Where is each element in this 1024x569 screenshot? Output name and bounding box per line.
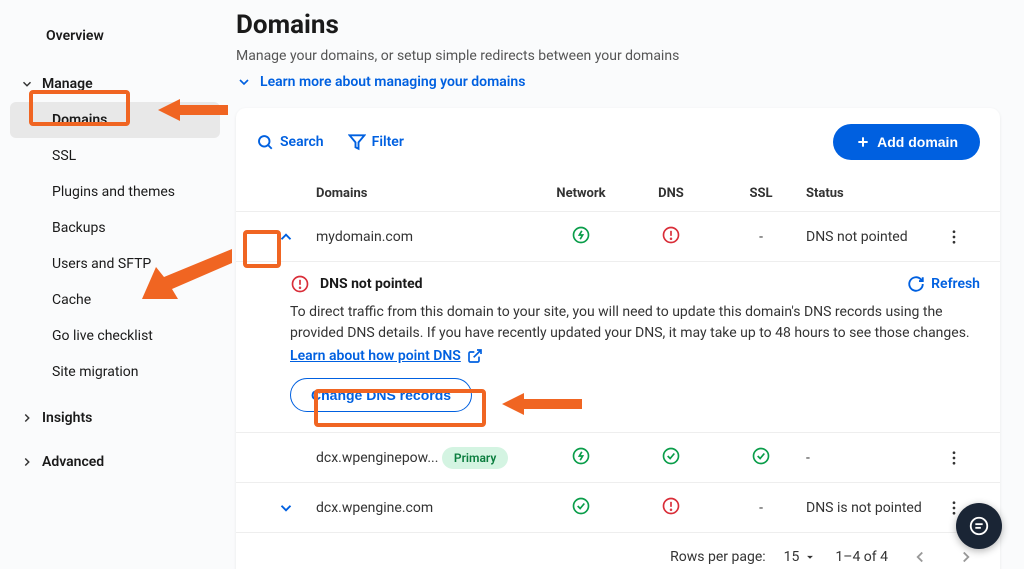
chevron-up-icon <box>277 228 295 246</box>
dns-status <box>626 446 716 470</box>
check-circle-icon <box>571 496 591 516</box>
expand-row-button[interactable] <box>272 494 300 522</box>
dns-status <box>626 496 716 520</box>
page-title: Domains <box>236 10 1000 40</box>
chat-icon <box>968 515 990 537</box>
row-menu-button[interactable] <box>940 444 968 472</box>
caret-down-icon <box>803 550 817 564</box>
panel-title: DNS not pointed <box>320 276 423 292</box>
table-row: mydomain.com - DNS not pointed <box>236 211 1000 261</box>
plus-icon <box>855 134 871 150</box>
change-dns-button[interactable]: Change DNS records <box>290 378 472 412</box>
sidebar-item-cache[interactable]: Cache <box>10 282 220 318</box>
chevron-down-icon <box>236 74 252 90</box>
primary-badge: Primary <box>442 447 508 469</box>
prev-page-button[interactable] <box>906 543 934 569</box>
more-vertical-icon <box>945 228 963 246</box>
domain-name: dcx.wpengine.com <box>316 500 536 516</box>
table-row: dcx.wpenginepow... Primary - <box>236 432 1000 482</box>
filter-button[interactable]: Filter <box>348 133 404 151</box>
check-circle-icon <box>661 446 681 466</box>
refresh-icon <box>907 275 925 293</box>
sidebar-category-insights[interactable]: Insights <box>10 400 220 436</box>
sidebar-item-backups[interactable]: Backups <box>10 210 220 246</box>
sidebar-category-manage[interactable]: Manage <box>10 66 220 102</box>
col-domains: Domains <box>316 186 536 201</box>
sidebar-item-migration[interactable]: Site migration <box>10 354 220 390</box>
network-status <box>536 225 626 249</box>
sidebar-item-ssl[interactable]: SSL <box>10 138 220 174</box>
sidebar-item-overview[interactable]: Overview <box>10 18 220 54</box>
check-circle-icon <box>751 446 771 466</box>
col-network: Network <box>536 186 626 201</box>
chevron-right-icon <box>20 455 34 469</box>
sidebar-item-plugins[interactable]: Plugins and themes <box>10 174 220 210</box>
filter-icon <box>348 133 366 151</box>
external-link-icon <box>467 348 483 364</box>
rows-per-page-select[interactable]: 15 <box>784 549 818 565</box>
chevron-right-icon <box>957 548 975 566</box>
status-text: - <box>806 450 940 466</box>
network-status <box>536 496 626 520</box>
search-button[interactable]: Search <box>256 133 324 151</box>
sidebar-item-domains[interactable]: Domains <box>10 102 220 138</box>
add-domain-button[interactable]: Add domain <box>833 124 980 160</box>
dns-panel: DNS not pointed Refresh To direct traffi… <box>236 261 1000 432</box>
collapse-row-button[interactable] <box>272 223 300 251</box>
search-icon <box>256 133 274 151</box>
chevron-down-icon <box>277 499 295 517</box>
alert-circle-icon <box>290 274 310 294</box>
more-vertical-icon <box>945 449 963 467</box>
ssl-status: - <box>716 500 806 516</box>
panel-text: To direct traffic from this domain to yo… <box>290 302 980 344</box>
chat-fab[interactable] <box>956 503 1002 549</box>
row-menu-button[interactable] <box>940 223 968 251</box>
network-status <box>536 446 626 470</box>
col-status: Status <box>806 186 940 201</box>
bolt-circle-icon <box>571 225 591 245</box>
domains-card: Search Filter Add domain Domains Network… <box>236 108 1000 569</box>
learn-dns-link[interactable]: Learn about how point DNS <box>290 348 483 364</box>
table-header: Domains Network DNS SSL Status <box>236 176 1000 211</box>
status-text: DNS is not pointed <box>806 500 940 516</box>
alert-circle-icon <box>661 225 681 245</box>
bolt-circle-icon <box>571 446 591 466</box>
domain-name: mydomain.com <box>316 229 536 245</box>
rows-per-page-label: Rows per page: <box>670 549 765 565</box>
domain-name: dcx.wpenginepow... Primary <box>316 447 536 469</box>
table-row: dcx.wpengine.com - DNS is not pointed <box>236 482 1000 532</box>
sidebar-item-users[interactable]: Users and SFTP <box>10 246 220 282</box>
col-ssl: SSL <box>716 186 806 201</box>
alert-circle-icon <box>661 496 681 516</box>
sidebar-item-golive[interactable]: Go live checklist <box>10 318 220 354</box>
dns-status <box>626 225 716 249</box>
chevron-right-icon <box>20 411 34 425</box>
ssl-status <box>716 446 806 470</box>
refresh-button[interactable]: Refresh <box>907 275 980 293</box>
chevron-down-icon <box>20 77 34 91</box>
status-text: DNS not pointed <box>806 229 940 245</box>
page-subtitle: Manage your domains, or setup simple red… <box>236 48 1000 64</box>
sidebar-category-advanced[interactable]: Advanced <box>10 444 220 480</box>
learn-more-link[interactable]: Learn more about managing your domains <box>236 74 525 90</box>
col-dns: DNS <box>626 186 716 201</box>
page-range: 1–4 of 4 <box>835 549 888 565</box>
chevron-left-icon <box>911 548 929 566</box>
ssl-status: - <box>716 229 806 245</box>
table-pagination: Rows per page: 15 1–4 of 4 <box>236 532 1000 569</box>
